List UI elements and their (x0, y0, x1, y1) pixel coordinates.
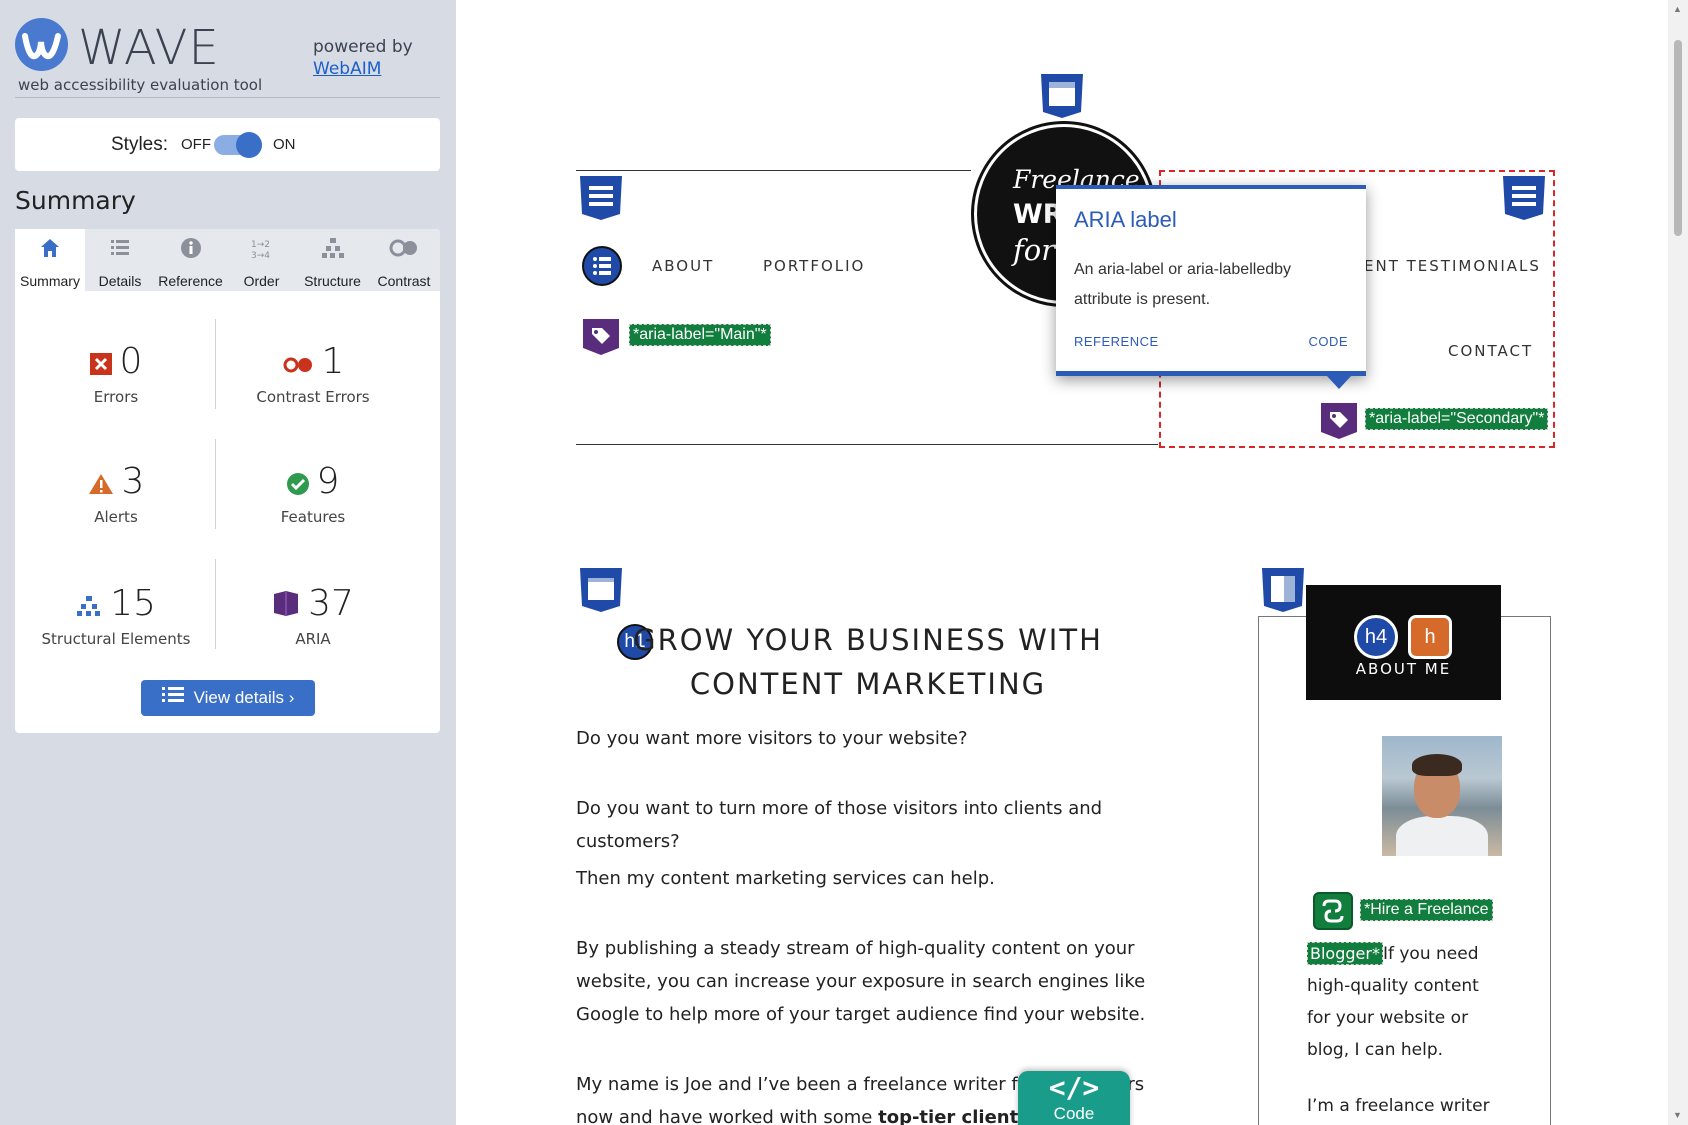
stat-alerts[interactable]: 3 Alerts (21, 461, 211, 526)
list-icon[interactable] (582, 246, 622, 286)
paragraph: Then my content marketing services can h… (576, 868, 995, 889)
styles-off-label: OFF (181, 136, 211, 153)
contrast-icon (368, 237, 440, 265)
aside-landmark-icon[interactable] (1262, 568, 1304, 612)
info-icon (155, 237, 226, 265)
view-details-button[interactable]: View details › (141, 680, 315, 716)
aria-icon (272, 585, 300, 626)
order-icon: 1→2 3→4 (226, 237, 297, 265)
page-scrollbar[interactable]: ▲ ▼ (1668, 0, 1688, 1125)
aria-label-tag-icon[interactable] (580, 316, 622, 356)
styles-toggle[interactable] (214, 132, 262, 158)
list-icon (161, 681, 184, 717)
paragraph: By publishing a steady stream of high-qu… (576, 938, 1146, 1025)
summary-panel: Summary Details Reference 1→23→4 Order (15, 229, 440, 733)
scroll-down-icon[interactable]: ▼ (1673, 1110, 1682, 1120)
popup-title: ARIA label (1074, 207, 1177, 232)
styles-toggle-box: Styles: OFF ON (15, 118, 440, 171)
link-icon[interactable] (1313, 892, 1353, 930)
tab-reference[interactable]: Reference (155, 229, 226, 291)
wave-sidebar: WAVE web accessibility evaluation tool p… (0, 0, 456, 1125)
popup-reference-link[interactable]: REFERENCE (1074, 334, 1159, 349)
paragraph: Do you want more visitors to your websit… (576, 728, 968, 749)
divider (215, 559, 216, 649)
nav-about[interactable]: ABOUT (652, 257, 714, 275)
popup-code-link[interactable]: CODE (1308, 334, 1348, 349)
aside-text: I’m a freelance writer for (1307, 1096, 1490, 1116)
nav-landmark-icon[interactable] (580, 176, 622, 220)
author-photo (1382, 736, 1502, 856)
styles-on-label: ON (273, 136, 296, 153)
alert-icon (88, 463, 114, 504)
tab-order[interactable]: 1→2 3→4 Order (226, 229, 297, 291)
evaluated-page: ABOUT PORTFOLIO *aria-label="Main"* Free… (456, 0, 1668, 1125)
h4-heading-badge[interactable]: h4 (1354, 615, 1398, 659)
tab-details[interactable]: Details (85, 229, 155, 291)
nav-landmark-icon[interactable] (1503, 176, 1545, 220)
wave-subtitle: web accessibility evaluation tool (18, 76, 263, 94)
structure-icon (76, 585, 102, 626)
link-alt-label: Blogger* (1307, 942, 1383, 965)
aria-label-main: *aria-label="Main"* (629, 324, 771, 346)
about-me-header: h4 h ABOUT ME (1306, 585, 1501, 700)
styles-label: Styles: (111, 134, 169, 155)
nav-portfolio[interactable]: PORTFOLIO (763, 257, 865, 275)
header-rule (576, 444, 1158, 445)
tab-contrast[interactable]: Contrast (368, 229, 440, 291)
link-alt-label: *Hire a Freelance (1360, 899, 1493, 921)
stat-structural[interactable]: 15 Structural Elements (21, 583, 211, 648)
scrollbar-thumb[interactable] (1674, 40, 1682, 236)
aside-text: Blogger* If you need high-quality content… (1307, 942, 1479, 1060)
heading-alert-badge[interactable]: h (1408, 615, 1452, 659)
about-me-title: ABOUT ME (1355, 660, 1452, 678)
stat-contrast-errors[interactable]: 1 Contrast Errors (218, 341, 408, 406)
wave-logo-icon (15, 18, 68, 71)
wave-header: WAVE web accessibility evaluation tool p… (15, 16, 440, 98)
webaim-link[interactable]: WebAIM (313, 59, 381, 79)
code-toggle-button[interactable]: </> Code (1018, 1071, 1130, 1125)
page-heading: GROW YOUR BUSINESS WITH CONTENT MARKETIN… (633, 623, 1103, 701)
list-icon (85, 237, 155, 265)
aria-label-secondary: *aria-label="Secondary"* (1365, 408, 1549, 430)
stat-aria[interactable]: 37 ARIA (218, 583, 408, 648)
header-rule (576, 170, 971, 171)
svg-text:1→2: 1→2 (251, 240, 270, 250)
wave-tabs: Summary Details Reference 1→23→4 Order (15, 229, 440, 291)
tab-structure[interactable]: Structure (297, 229, 368, 291)
divider (215, 439, 216, 529)
header-landmark-icon[interactable] (1041, 74, 1083, 118)
powered-by-text: powered by (313, 37, 413, 57)
structure-icon (297, 237, 368, 265)
aria-label-popup: ARIA label An aria-label or aria-labelle… (1056, 185, 1366, 389)
nav-contact[interactable]: CONTACT (1448, 342, 1533, 360)
nav-testimonials[interactable]: ENT TESTIMONIALS (1364, 257, 1541, 275)
popup-arrow (1326, 375, 1352, 389)
wave-logo-text: WAVE (78, 20, 220, 76)
code-icon: </> (1048, 1071, 1100, 1104)
error-icon (89, 343, 112, 384)
popup-body: An aria-label or aria-labelledby attribu… (1074, 261, 1292, 308)
main-landmark-icon[interactable] (580, 568, 622, 612)
stat-features[interactable]: 9 Features (218, 461, 408, 526)
powered-by: powered by WebAIM (313, 36, 413, 80)
paragraph: Do you want to turn more of those visito… (576, 798, 1103, 852)
contrast-error-icon (282, 343, 314, 384)
scroll-up-icon[interactable]: ▲ (1673, 4, 1682, 14)
toggle-knob[interactable] (236, 132, 262, 158)
svg-text:3→4: 3→4 (251, 251, 270, 261)
divider (215, 319, 216, 409)
summary-title: Summary (15, 186, 136, 215)
top-tier-clients-link[interactable]: top-tier clients (878, 1107, 1029, 1125)
home-icon (15, 237, 85, 265)
aria-label-tag-icon[interactable] (1318, 400, 1360, 440)
stat-errors[interactable]: 0 Errors (21, 341, 211, 406)
feature-check-icon (286, 463, 309, 504)
tab-summary[interactable]: Summary (15, 229, 85, 291)
